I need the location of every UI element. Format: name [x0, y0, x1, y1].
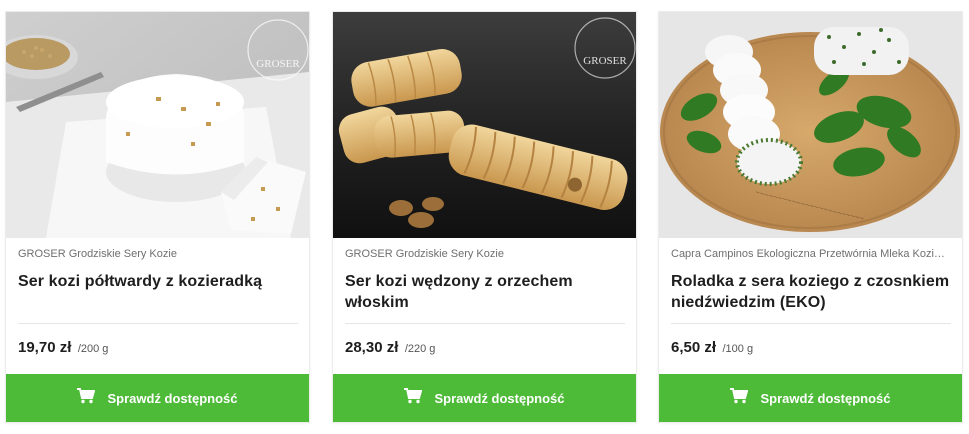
product-card[interactable]: ~~~~~~~~~~~~~~~~~~~~~~~~ Capra Campinos … [659, 12, 962, 422]
divider [18, 323, 298, 324]
button-label: Sprawdź dostępność [760, 390, 891, 406]
divider [671, 323, 951, 324]
product-price: 28,30 zł [345, 339, 399, 356]
check-availability-button[interactable]: Sprawdź dostępność [659, 374, 962, 422]
product-price: 19,70 zł [18, 339, 72, 356]
product-photo-wild-garlic-roll[interactable]: ~~~~~~~~~~~~~~~~~~~~~~~~ [659, 12, 962, 238]
product-card[interactable]: GROSER GROSER Grodziskie Sery Kozie Ser … [6, 12, 309, 422]
vendor-name[interactable]: GROSER Grodziskie Sery Kozie [18, 248, 298, 260]
product-photo-fenugreek-cheese[interactable]: GROSER [6, 12, 309, 238]
watermark-text: GROSER [583, 55, 627, 67]
cart-icon [77, 387, 96, 409]
product-unit: /100 g [722, 343, 754, 355]
price-row: 19,70 zł /200 g [18, 339, 108, 357]
product-price: 6,50 zł [671, 339, 717, 356]
price-row: 6,50 zł /100 g [671, 339, 753, 357]
button-label: Sprawdź dostępność [434, 390, 565, 406]
cart-icon [404, 387, 423, 409]
price-row: 28,30 zł /220 g [345, 339, 435, 357]
product-title[interactable]: Roladka z sera koziego z czosnkiem niedź… [671, 271, 956, 313]
product-grid: GROSER GROSER Grodziskie Sery Kozie Ser … [0, 0, 969, 434]
check-availability-button[interactable]: Sprawdź dostępność [6, 374, 309, 422]
product-unit: /220 g [404, 343, 436, 355]
divider [345, 323, 625, 324]
vendor-name[interactable]: Capra Campinos Ekologiczna Przetwórnia M… [671, 248, 951, 260]
button-label: Sprawdź dostępność [107, 390, 238, 406]
watermark-text: GROSER [256, 58, 300, 70]
product-title[interactable]: Ser kozi półtwardy z kozieradką [18, 271, 303, 292]
check-availability-button[interactable]: Sprawdź dostępność [333, 374, 636, 422]
product-photo-smoked-walnut-cheese[interactable]: GROSER [333, 12, 636, 238]
product-title[interactable]: Ser kozi wędzony z orzechem włoskim [345, 271, 630, 313]
product-card[interactable]: GROSER GROSER Grodziskie Sery Kozie Ser … [333, 12, 636, 422]
vendor-name[interactable]: GROSER Grodziskie Sery Kozie [345, 248, 625, 260]
product-unit: /200 g [77, 343, 109, 355]
cart-icon [730, 387, 749, 409]
